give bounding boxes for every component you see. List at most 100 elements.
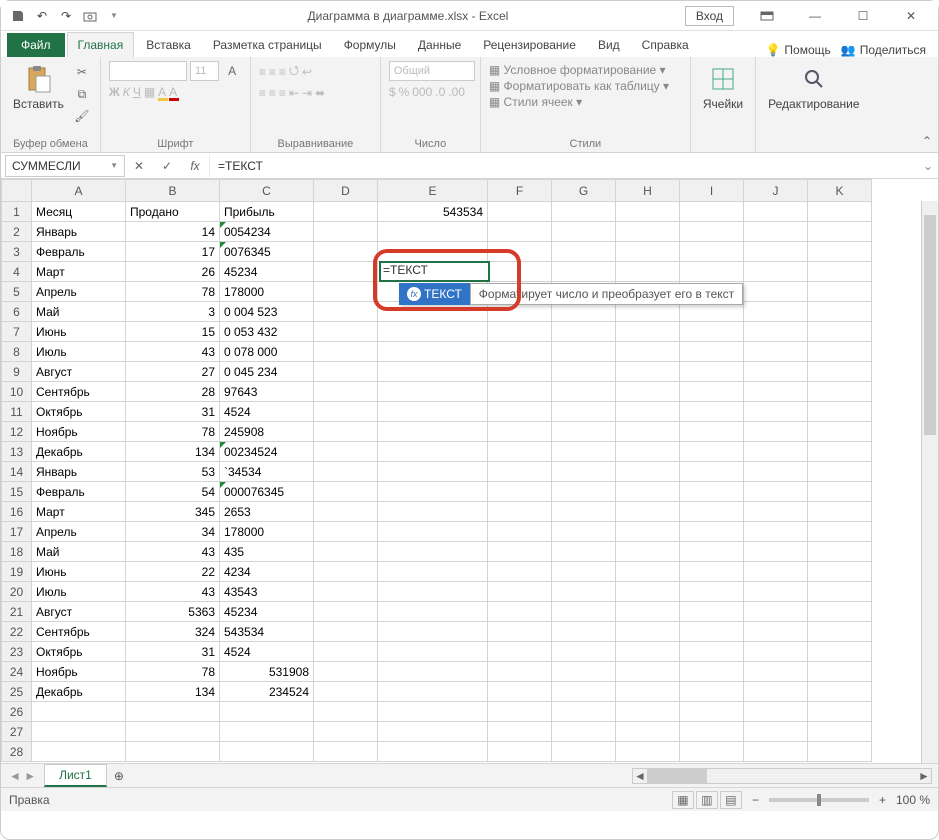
col-header-G[interactable]: G	[552, 180, 616, 202]
cell[interactable]: Февраль	[32, 242, 126, 262]
cell[interactable]	[680, 522, 744, 542]
cell[interactable]: 45234	[220, 262, 314, 282]
cell[interactable]: Август	[32, 362, 126, 382]
cell[interactable]: 22	[126, 562, 220, 582]
tab-view[interactable]: Вид	[588, 33, 630, 57]
cell[interactable]	[552, 742, 616, 762]
cell[interactable]	[552, 582, 616, 602]
cell[interactable]	[808, 682, 872, 702]
format-painter-icon[interactable]: 🖌	[72, 107, 92, 125]
cell[interactable]: 2653	[220, 502, 314, 522]
row-header[interactable]: 13	[2, 442, 32, 462]
col-header-D[interactable]: D	[314, 180, 378, 202]
horizontal-scrollbar[interactable]: ◄►	[131, 768, 938, 784]
cell[interactable]	[552, 442, 616, 462]
cell[interactable]	[552, 542, 616, 562]
row-header[interactable]: 3	[2, 242, 32, 262]
cell[interactable]	[378, 502, 488, 522]
cell[interactable]	[32, 742, 126, 762]
cell[interactable]	[378, 462, 488, 482]
cell[interactable]	[680, 402, 744, 422]
row-header[interactable]: 27	[2, 722, 32, 742]
cell[interactable]	[552, 202, 616, 222]
cell[interactable]: 0 004 523	[220, 302, 314, 322]
cell[interactable]	[744, 222, 808, 242]
cell[interactable]	[616, 202, 680, 222]
cell[interactable]: `34534	[220, 462, 314, 482]
cell[interactable]	[744, 662, 808, 682]
cell[interactable]: 134	[126, 682, 220, 702]
row-header[interactable]: 17	[2, 522, 32, 542]
row-header[interactable]: 26	[2, 702, 32, 722]
col-header-F[interactable]: F	[488, 180, 552, 202]
sheet-tab[interactable]: Лист1	[44, 764, 107, 787]
cell[interactable]	[378, 362, 488, 382]
cell[interactable]: 245908	[220, 422, 314, 442]
row-header[interactable]: 18	[2, 542, 32, 562]
scroll-right-icon[interactable]: ►	[917, 769, 931, 783]
cell[interactable]	[32, 702, 126, 722]
cell[interactable]	[378, 322, 488, 342]
row-header[interactable]: 4	[2, 262, 32, 282]
cell[interactable]	[616, 602, 680, 622]
cell[interactable]: Июль	[32, 342, 126, 362]
cell[interactable]	[552, 362, 616, 382]
cell[interactable]	[616, 742, 680, 762]
cell[interactable]: 0054234	[220, 222, 314, 242]
cell[interactable]: 0 045 234	[220, 362, 314, 382]
cell[interactable]	[488, 262, 552, 282]
row-header[interactable]: 12	[2, 422, 32, 442]
cell[interactable]: Январь	[32, 222, 126, 242]
cell[interactable]	[744, 622, 808, 642]
row-header[interactable]: 15	[2, 482, 32, 502]
cell[interactable]	[488, 222, 552, 242]
cell[interactable]: 34	[126, 522, 220, 542]
tab-layout[interactable]: Разметка страницы	[203, 33, 332, 57]
cell[interactable]	[616, 482, 680, 502]
cell[interactable]	[378, 682, 488, 702]
cell[interactable]	[616, 662, 680, 682]
cell[interactable]	[314, 342, 378, 362]
cell[interactable]	[314, 322, 378, 342]
cell[interactable]: 324	[126, 622, 220, 642]
cell[interactable]	[744, 202, 808, 222]
cell[interactable]	[616, 702, 680, 722]
wrap-icon[interactable]: ↩	[302, 65, 312, 79]
cell[interactable]: 78	[126, 662, 220, 682]
cell[interactable]	[314, 442, 378, 462]
cell[interactable]	[488, 702, 552, 722]
cell[interactable]	[680, 702, 744, 722]
cell[interactable]	[552, 562, 616, 582]
editing-button[interactable]: Редактирование	[764, 61, 863, 113]
cell[interactable]	[680, 442, 744, 462]
select-all[interactable]	[2, 180, 32, 202]
cell[interactable]	[680, 582, 744, 602]
ribbon-options-icon[interactable]	[744, 1, 790, 31]
cell[interactable]: 4524	[220, 402, 314, 422]
row-header[interactable]: 21	[2, 602, 32, 622]
cell[interactable]	[808, 722, 872, 742]
maximize-button[interactable]: ☐	[840, 1, 886, 31]
cell[interactable]	[488, 542, 552, 562]
cell[interactable]	[314, 522, 378, 542]
font-size[interactable]: 11	[190, 61, 219, 81]
cell[interactable]	[488, 622, 552, 642]
cancel-formula-icon[interactable]: ✕	[125, 153, 153, 179]
cell[interactable]	[552, 622, 616, 642]
cell[interactable]	[808, 442, 872, 462]
cell[interactable]	[680, 662, 744, 682]
cell[interactable]	[378, 622, 488, 642]
row-header[interactable]: 5	[2, 282, 32, 302]
cell[interactable]	[616, 402, 680, 422]
cell[interactable]	[680, 742, 744, 762]
currency-icon[interactable]: $	[389, 85, 396, 99]
cell[interactable]: Февраль	[32, 482, 126, 502]
row-header[interactable]: 23	[2, 642, 32, 662]
cell[interactable]	[488, 522, 552, 542]
comma-icon[interactable]: 000	[412, 85, 432, 99]
cell[interactable]	[552, 602, 616, 622]
cell[interactable]	[314, 622, 378, 642]
cell[interactable]: 543534	[378, 202, 488, 222]
cell[interactable]: 4524	[220, 642, 314, 662]
page-layout-icon[interactable]: ▥	[696, 791, 718, 809]
